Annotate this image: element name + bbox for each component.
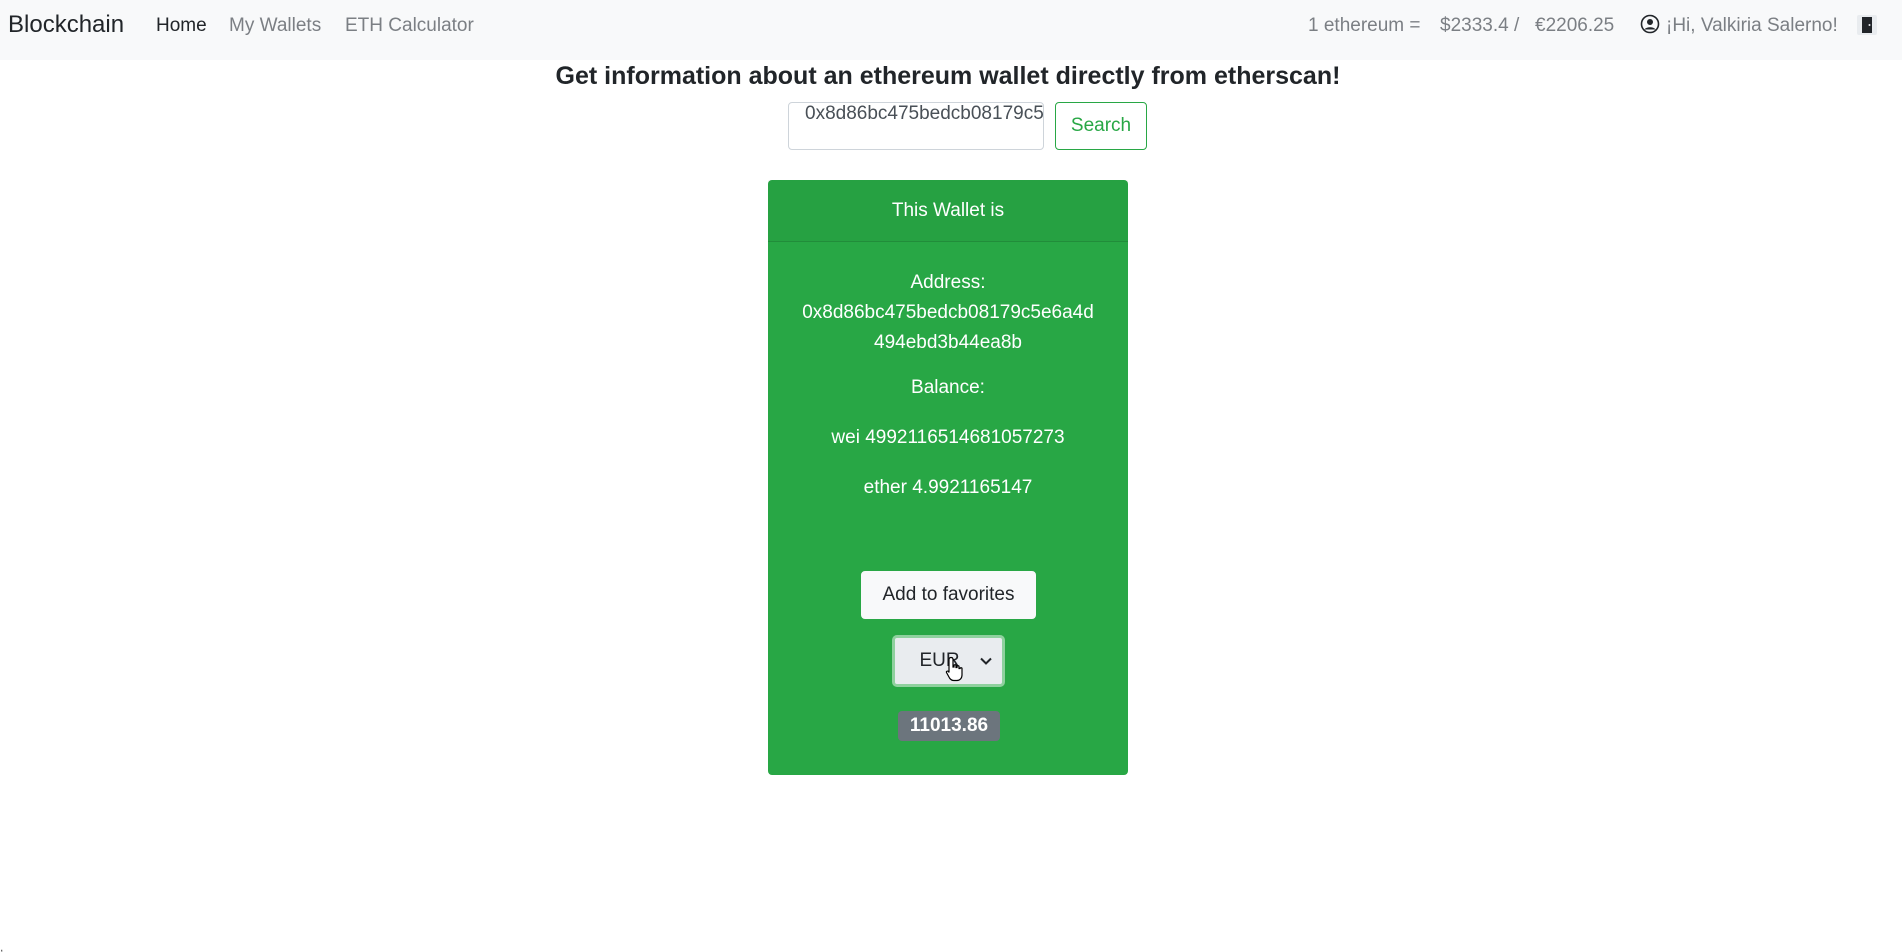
- eth-rate-label: 1 ethereum =: [1308, 15, 1421, 36]
- wallet-card: This Wallet is Address: 0x8d86bc475bedcb…: [768, 180, 1128, 775]
- add-to-favorites-button[interactable]: Add to favorites: [861, 571, 1036, 619]
- address-value-line2: 494ebd3b44ea8b: [874, 332, 1022, 353]
- eth-rate-eur: €2206.25: [1535, 15, 1615, 36]
- balance-label: Balance:: [911, 377, 985, 398]
- balance-ether: ether 4.9921165147: [863, 477, 1033, 498]
- stray-mark: ,: [0, 940, 4, 952]
- eth-rate-usd: $2333.4 /: [1440, 15, 1520, 36]
- address-value-line1: 0x8d86bc475bedcb08179c5e6a4d: [802, 302, 1094, 323]
- balance-wei: wei 4992116514681057273: [831, 427, 1065, 448]
- nav-my-wallets[interactable]: My Wallets: [229, 15, 321, 37]
- user-greeting[interactable]: ¡Hi, Valkiria Salerno!: [1666, 15, 1838, 37]
- navbar: Blockchain Home My Wallets ETH Calculato…: [0, 0, 1902, 60]
- door-exit-icon[interactable]: [1855, 13, 1879, 37]
- converted-value-badge: 11013.86: [898, 711, 1000, 741]
- chevron-down-icon: [980, 657, 992, 665]
- nav-home[interactable]: Home: [156, 15, 207, 37]
- wallet-card-header: This Wallet is: [768, 180, 1128, 242]
- brand-logo[interactable]: Blockchain: [8, 11, 124, 39]
- search-button[interactable]: Search: [1055, 102, 1147, 150]
- nav-eth-calculator[interactable]: ETH Calculator: [345, 15, 474, 37]
- hand-pointer-icon: [945, 656, 963, 682]
- user-circle-icon: [1640, 14, 1660, 34]
- wallet-address-input[interactable]: 0x8d86bc475bedcb08179c5e6a4d494ebd3b44ea…: [788, 102, 1044, 150]
- address-label: Address:: [910, 272, 986, 293]
- page-heading: Get information about an ethereum wallet…: [555, 62, 1341, 90]
